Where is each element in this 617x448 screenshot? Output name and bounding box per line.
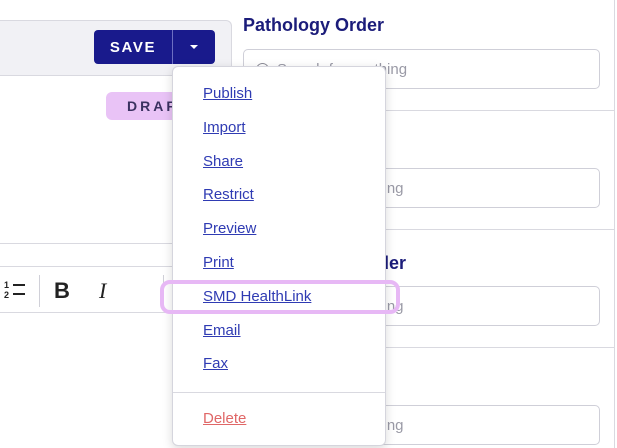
menu-item-smd-healthlink[interactable]: SMD HealthLink [203,288,311,305]
app-root: SAVE DRAFT 1 2 B I Pathology Order Searc… [0,0,617,448]
menu-item-fax[interactable]: Fax [203,355,228,372]
menu-item-import[interactable]: Import [203,119,246,136]
list-line [13,293,25,295]
section-title-pathology-order: Pathology Order [243,15,385,35]
menu-item-preview[interactable]: Preview [203,220,256,237]
toolbar-separator [39,275,40,307]
toolbar-separator [163,275,164,307]
menu-divider [173,392,385,393]
bold-button[interactable]: B [54,278,70,304]
italic-button[interactable]: I [99,278,106,304]
list-line [13,284,25,286]
save-options-menu: Publish Import Share Restrict Preview Pr… [172,66,386,446]
menu-item-publish[interactable]: Publish [203,85,252,102]
chevron-down-icon [190,45,198,49]
save-options-button[interactable] [173,30,215,64]
menu-item-email[interactable]: Email [203,322,241,339]
menu-item-print[interactable]: Print [203,254,234,271]
menu-item-restrict[interactable]: Restrict [203,186,254,203]
menu-item-share[interactable]: Share [203,153,243,170]
save-split-button: SAVE [94,30,215,64]
list-number-2: 2 [4,290,10,300]
list-number-1: 1 [4,280,10,290]
menu-item-delete[interactable]: Delete [203,410,246,427]
save-button[interactable]: SAVE [94,30,172,64]
numbered-list-icon[interactable]: 1 2 [2,280,28,302]
right-panel-border [614,0,615,448]
